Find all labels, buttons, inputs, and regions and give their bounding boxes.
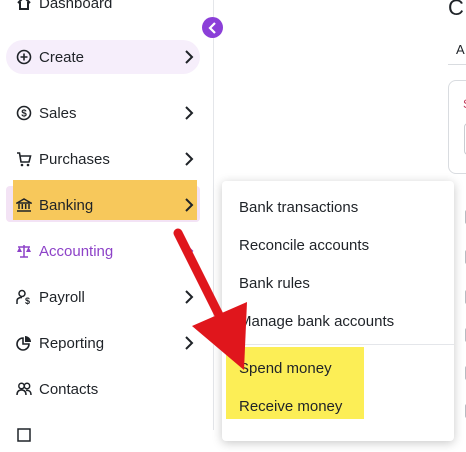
annotation-arrow: [173, 228, 247, 370]
